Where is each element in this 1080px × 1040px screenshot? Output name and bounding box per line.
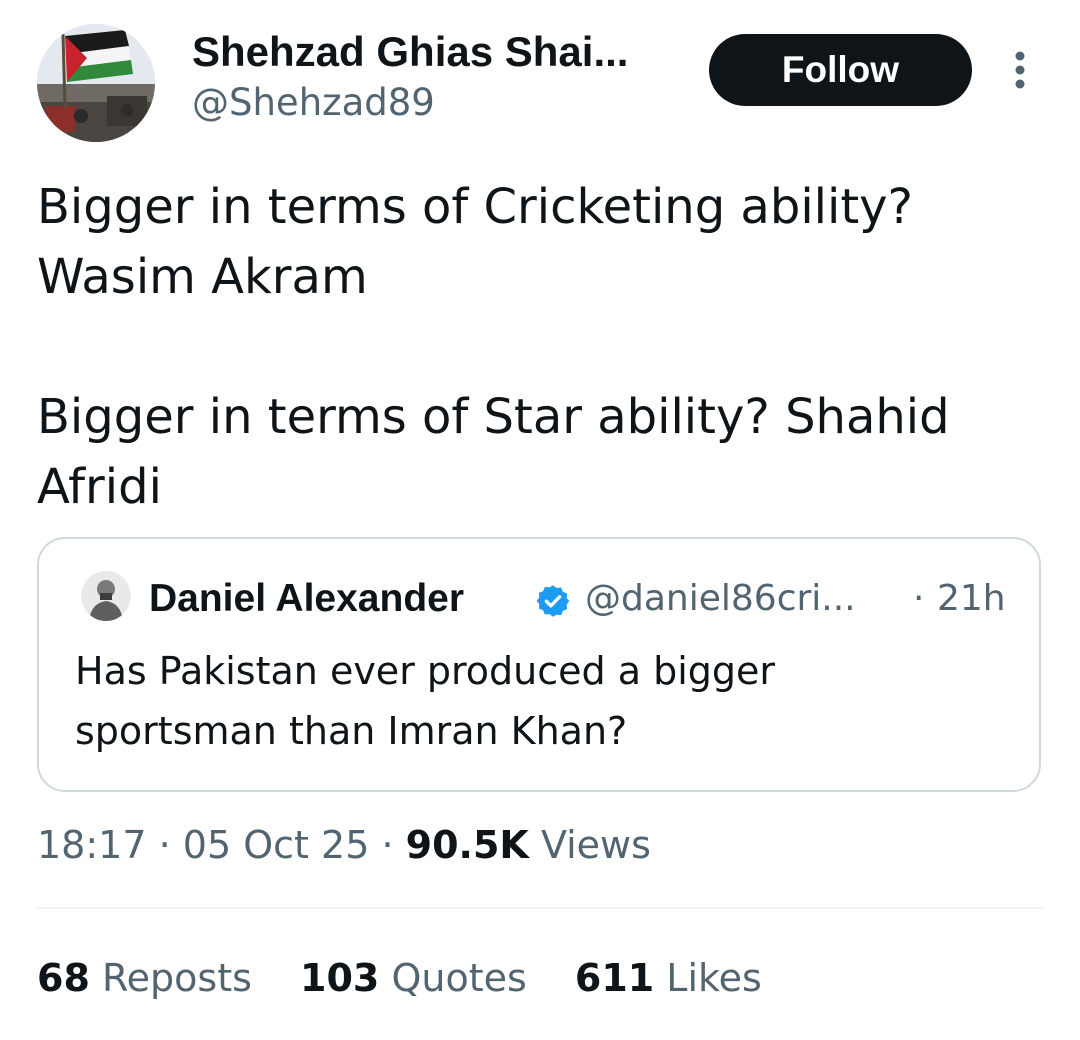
likes-count: 611 <box>574 956 655 1000</box>
meta-separator: · <box>381 823 394 867</box>
follow-button[interactable]: Follow <box>709 34 972 106</box>
quoted-separator: · <box>913 578 925 619</box>
quoted-tweet-text: Has Pakistan ever produced a bigger spor… <box>75 649 776 753</box>
meta-separator: · <box>158 823 171 867</box>
tweet-time[interactable]: 18:17 <box>37 823 147 867</box>
author-handle[interactable]: @Shehzad89 <box>192 78 435 128</box>
author-avatar-image <box>37 24 155 142</box>
verified-badge-icon <box>535 583 571 619</box>
quotes-stat[interactable]: 103 Quotes <box>300 950 527 1006</box>
views-label: Views <box>540 823 651 867</box>
likes-label: Likes <box>666 956 762 1000</box>
quoted-author-name[interactable]: Daniel Alexander <box>149 575 464 623</box>
more-vertical-icon[interactable] <box>1004 48 1036 92</box>
author-avatar[interactable] <box>37 24 155 142</box>
likes-stat[interactable]: 611 Likes <box>575 950 762 1006</box>
quotes-label: Quotes <box>391 956 527 1000</box>
reposts-label: Reposts <box>101 956 252 1000</box>
quoted-timestamp[interactable]: 21h <box>937 575 1006 623</box>
tweet-date[interactable]: 05 Oct 25 <box>183 823 370 867</box>
views-count: 90.5K <box>405 823 529 867</box>
engagement-stats: 68 Reposts 103 Quotes 611 Likes <box>37 950 798 1006</box>
tweet-text: Bigger in terms of Cricketing ability? W… <box>37 179 950 515</box>
divider <box>37 907 1043 909</box>
quoted-author-handle[interactable]: @daniel86cri... <box>585 575 856 623</box>
tweet-meta: 18:17 · 05 Oct 25 · 90.5K Views <box>37 818 651 872</box>
author-display-name[interactable]: Shehzad Ghias Shai... <box>192 26 628 78</box>
quoted-tweet-card[interactable]: Daniel Alexander @daniel86cri... · 21h H… <box>37 537 1041 792</box>
quoted-author-avatar[interactable] <box>81 571 131 621</box>
quotes-count: 103 <box>300 956 380 1000</box>
reposts-count: 68 <box>37 956 90 1000</box>
reposts-stat[interactable]: 68 Reposts <box>37 950 252 1006</box>
